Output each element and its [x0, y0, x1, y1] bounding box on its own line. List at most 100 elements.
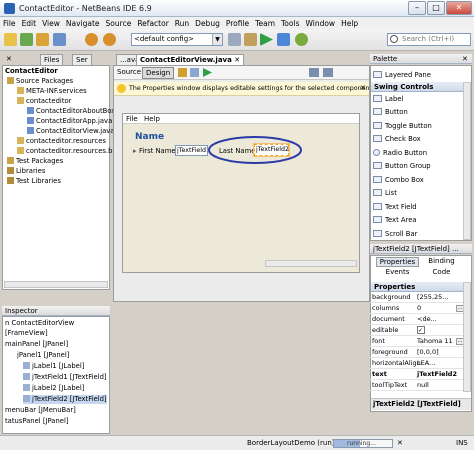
design-view-button[interactable]: Design — [142, 67, 175, 79]
close-tab-icon[interactable]: ✕ — [234, 56, 240, 64]
build-icon[interactable] — [228, 33, 241, 46]
menu-navigate[interactable]: Navigate — [66, 19, 100, 28]
cancel-progress-icon[interactable]: ✕ — [397, 439, 405, 447]
menu-source[interactable]: Source — [106, 19, 132, 28]
inspector-node-jlabel1[interactable]: jLabel1 [JLabel] — [23, 362, 84, 371]
tree-project-root[interactable]: ContactEditor — [5, 67, 58, 76]
menu-view[interactable]: View — [42, 19, 60, 28]
tab-code[interactable]: Code — [420, 268, 463, 278]
menu-file[interactable]: File — [3, 19, 16, 28]
close-projects-icon[interactable]: ✕ — [6, 55, 14, 63]
menu-refactor[interactable]: Refactor — [137, 19, 168, 28]
inspector-node-menubar[interactable]: menuBar [JMenuBar] — [5, 406, 76, 415]
tab-binding[interactable]: Binding — [420, 257, 463, 267]
tree-source-packages[interactable]: Source Packages — [7, 77, 73, 86]
connection-mode-icon[interactable] — [190, 68, 199, 77]
search-input[interactable]: Search (Ctrl+I) — [387, 33, 471, 46]
first-name-field[interactable]: jTextField1 — [175, 145, 208, 156]
inspector-node-frameview[interactable]: [FrameView] — [5, 329, 48, 338]
maximize-button[interactable]: □ — [427, 1, 445, 15]
prop-row-background[interactable]: background [255,25... — [370, 293, 465, 303]
palette-item-button[interactable]: Button — [373, 108, 408, 117]
menu-window[interactable]: Window — [305, 19, 335, 28]
inspector-node-statuspanel[interactable]: tatusPanel [JPanel] — [5, 417, 69, 426]
palette-item-list[interactable]: List — [373, 189, 397, 198]
tree-resources-pkg[interactable]: contacteditor.resources — [17, 137, 106, 146]
palette-item-toggle-button[interactable]: Toggle Button — [373, 122, 432, 131]
prop-row-text[interactable]: text jTextField2 — [370, 370, 465, 380]
inspector-node-mainpanel[interactable]: mainPanel [JPanel] — [5, 340, 68, 349]
palette-item-button-group[interactable]: Button Group — [373, 162, 431, 171]
prop-row-horizontal-alignment[interactable]: horizontalAlign LEA... — [370, 359, 465, 369]
tree-libraries[interactable]: Libraries — [7, 167, 45, 176]
tab-files[interactable]: Files — [40, 54, 64, 65]
open-project-icon[interactable] — [36, 33, 49, 46]
source-view-button[interactable]: Source — [117, 68, 141, 76]
properties-section[interactable]: Properties — [371, 282, 463, 292]
inspector-node-jtextfield1[interactable]: jTextField1 [JTextField] — [23, 373, 107, 382]
menu-profile[interactable]: Profile — [226, 19, 249, 28]
editor-tab-contacteditorview[interactable]: ContactEditorView.java ✕ — [136, 54, 245, 65]
palette-section-swing-controls[interactable]: Swing Controls — [371, 82, 463, 92]
prop-row-editable[interactable]: editable ✓ — [370, 326, 465, 336]
tree-resources-busy-pkg[interactable]: contacteditor.resources.busy — [17, 147, 124, 156]
tree-test-packages[interactable]: Test Packages — [7, 157, 63, 166]
tab-properties[interactable]: Properties — [376, 257, 419, 267]
tree-test-libraries[interactable]: Test Libraries — [7, 177, 61, 186]
menu-debug[interactable]: Debug — [195, 19, 220, 28]
menu-tools[interactable]: Tools — [281, 19, 299, 28]
menu-edit[interactable]: Edit — [22, 19, 37, 28]
redo-icon[interactable] — [103, 33, 116, 46]
new-file-icon[interactable] — [4, 33, 17, 46]
menu-help[interactable]: Help — [341, 19, 358, 28]
form-hscrollbar[interactable] — [265, 260, 357, 267]
menu-team[interactable]: Team — [255, 19, 275, 28]
prop-row-font[interactable]: font Tahoma 11… — [370, 337, 465, 347]
close-palette-icon[interactable]: ✕ — [462, 55, 468, 63]
palette-vscrollbar[interactable] — [463, 82, 471, 240]
run-icon[interactable] — [260, 33, 273, 46]
tab-services[interactable]: Ser — [72, 54, 92, 65]
prop-row-document[interactable]: document <de... — [370, 315, 465, 325]
debug-icon[interactable] — [277, 33, 290, 46]
form-menu-help[interactable]: Help — [144, 115, 160, 123]
prop-row-foreground[interactable]: foreground [0,0,0] — [370, 348, 465, 358]
profile-icon[interactable] — [295, 33, 308, 46]
tree-contacteditor-pkg[interactable]: contacteditor — [17, 97, 71, 106]
inspector-node-jlabel2[interactable]: jLabel2 [JLabel] — [23, 384, 84, 393]
config-select[interactable]: <default config> ▼ — [131, 33, 223, 46]
palette-item-layered-pane[interactable]: Layered Pane — [373, 71, 431, 80]
inspector-node-jtextfield2[interactable]: jTextField2 [JTextField] — [23, 395, 107, 404]
palette-item-combo-box[interactable]: Combo Box — [373, 176, 424, 185]
save-all-icon[interactable] — [53, 33, 66, 46]
selection-mode-icon[interactable] — [178, 68, 187, 77]
tab-events[interactable]: Events — [376, 268, 419, 278]
palette-item-label[interactable]: Label — [373, 95, 403, 104]
inspector-node-root[interactable]: n ContactEditorView — [5, 319, 74, 328]
clean-build-icon[interactable] — [244, 33, 257, 46]
tree-view-file[interactable]: ContactEditorView.java — [27, 127, 114, 136]
prop-row-columns[interactable]: columns 0… — [370, 304, 465, 314]
undo-icon[interactable] — [85, 33, 98, 46]
progress-bar[interactable]: running... — [333, 439, 393, 448]
palette-item-radio-button[interactable]: Radio Button — [373, 149, 427, 158]
inspector-node-jpanel1[interactable]: jPanel1 [JPanel] — [17, 351, 69, 360]
close-button[interactable]: ✕ — [446, 1, 472, 15]
menu-run[interactable]: Run — [175, 19, 189, 28]
palette-item-scroll-bar[interactable]: Scroll Bar — [373, 230, 417, 239]
prop-row-tooltiptext[interactable]: toolTipText null — [370, 381, 465, 391]
tree-app-file[interactable]: ContactEditorApp.java — [27, 117, 112, 126]
align-icon[interactable] — [309, 68, 319, 77]
preview-design-icon[interactable] — [203, 68, 212, 77]
minimize-button[interactable]: – — [408, 1, 426, 15]
palette-item-text-area[interactable]: Text Area — [373, 216, 417, 225]
form-menu-file[interactable]: File — [126, 115, 138, 123]
close-hint-icon[interactable]: ✕ — [360, 84, 366, 92]
resize-icon[interactable] — [323, 68, 333, 77]
first-name-label[interactable]: First Name: — [139, 147, 178, 155]
palette-item-check-box[interactable]: Check Box — [373, 135, 421, 144]
palette-item-text-field[interactable]: Text Field — [373, 203, 417, 212]
new-project-icon[interactable] — [20, 33, 33, 46]
tree-meta-inf[interactable]: META-INF.services — [17, 87, 87, 96]
properties-vscrollbar[interactable] — [463, 282, 471, 392]
